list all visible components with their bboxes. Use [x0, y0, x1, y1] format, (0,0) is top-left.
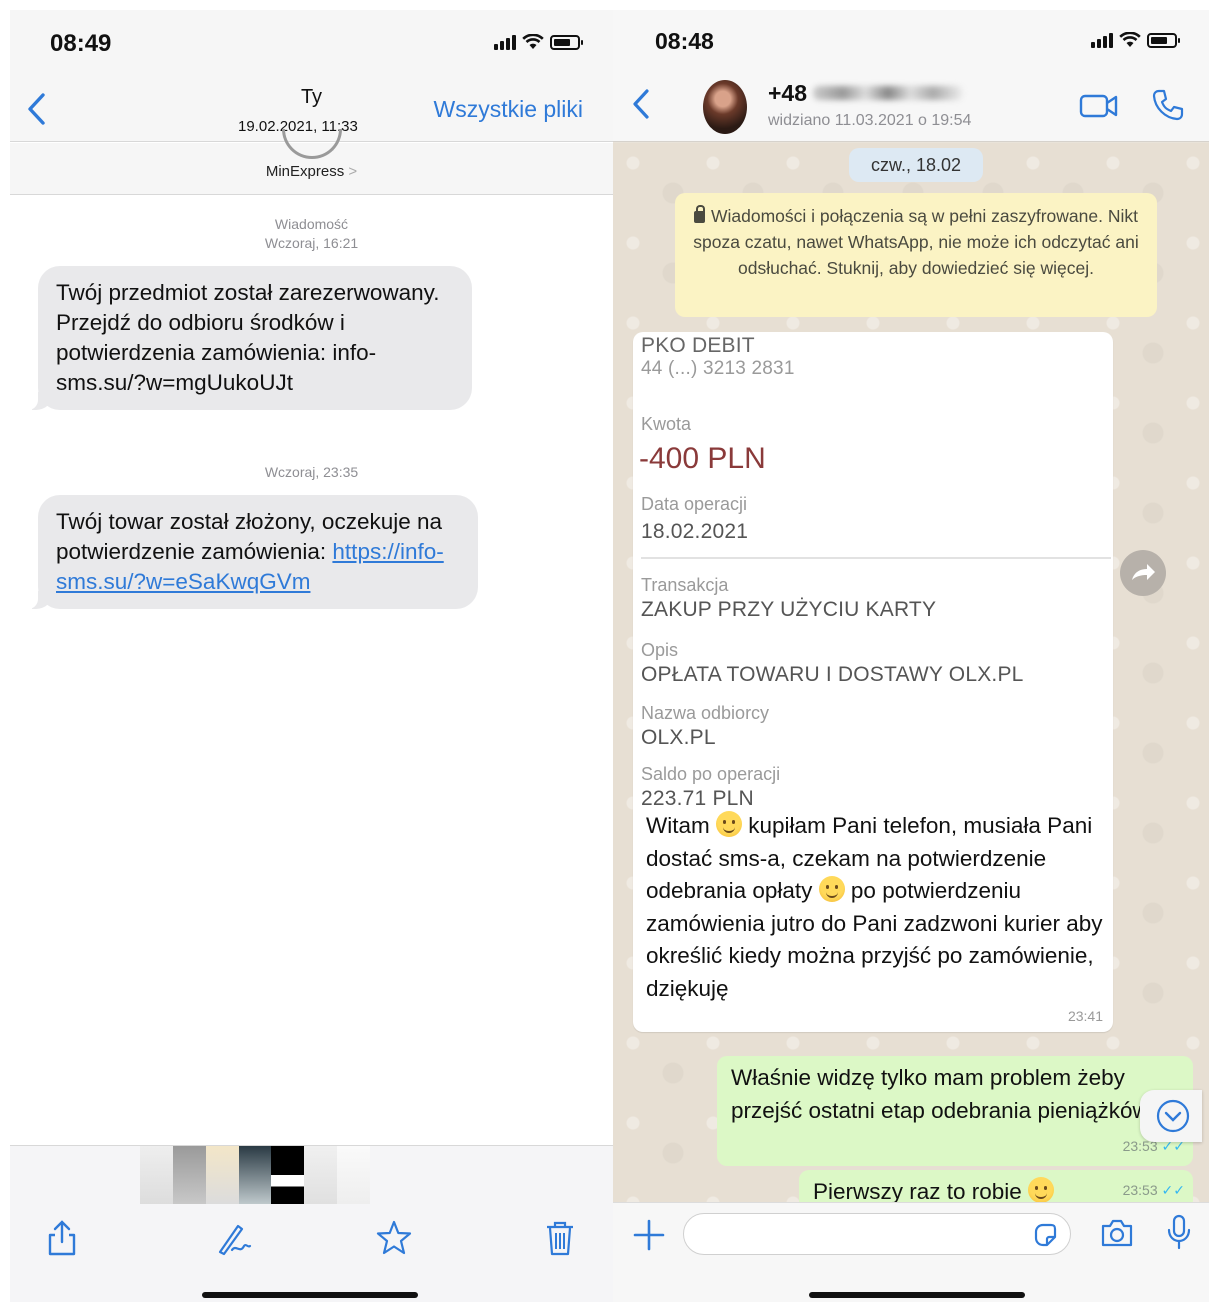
battery-icon — [1147, 33, 1180, 48]
divider — [641, 557, 1111, 559]
bank-account: 44 (...) 3213 2831 — [641, 358, 795, 379]
chevron-right-icon: > — [348, 163, 358, 180]
redacted-number — [813, 86, 963, 100]
star-icon[interactable] — [376, 1218, 412, 1258]
recipient-label: Nazwa odbiorcy — [641, 703, 770, 723]
imessage-screen: 08:49 Ty 19.02.2021, 11:33 Wszystkie pli… — [10, 10, 613, 1302]
wifi-icon — [522, 34, 544, 49]
amount-value: -400 PLN — [639, 442, 766, 475]
signal-icon — [494, 34, 516, 50]
system-icons — [494, 34, 583, 50]
message-time: 23:53 — [1122, 1181, 1158, 1198]
incoming-image-message[interactable]: PKO DEBIT 44 (...) 3213 2831 Kwota -400 … — [633, 332, 1113, 1032]
encryption-notice[interactable]: Wiadomości i połączenia są w pełni zaszy… — [675, 193, 1157, 317]
chat-header: +48 widziano 11.03.2021 o 19:54 — [613, 72, 1209, 142]
incoming-message-text: Witam kupiłam Pani telefon, musiała Pani… — [646, 810, 1108, 1005]
camera-icon[interactable] — [1099, 1217, 1135, 1249]
status-bar: 08:49 — [10, 10, 613, 80]
date-value: 18.02.2021 — [641, 520, 749, 543]
date-separator: czw., 18.02 — [849, 148, 983, 182]
bank-header: PKO DEBIT — [641, 334, 755, 357]
message-input[interactable] — [683, 1213, 1071, 1255]
wifi-icon — [1119, 32, 1141, 47]
forward-arrow-icon — [1132, 564, 1155, 580]
home-indicator[interactable] — [809, 1292, 1025, 1298]
all-files-button[interactable]: Wszystkie pliki — [433, 96, 583, 123]
whatsapp-screen: 08:48 +48 widziano 11.03.2021 o 19:54 cz… — [613, 10, 1209, 1302]
outgoing-message-text: Właśnie widzę tylko mam problem żeby prz… — [731, 1065, 1149, 1123]
status-time: 08:48 — [655, 28, 714, 54]
video-call-icon[interactable] — [1079, 92, 1119, 120]
message-input-bar — [613, 1202, 1209, 1302]
chevron-down-circle-icon — [1156, 1099, 1190, 1133]
battery-icon — [550, 35, 583, 50]
signal-icon — [1091, 32, 1113, 48]
plus-icon[interactable] — [631, 1217, 667, 1253]
timestamp-value: Wczoraj, 16:21 — [264, 235, 359, 251]
lock-icon — [694, 205, 705, 223]
smile-emoji-icon — [1028, 1177, 1055, 1203]
balance-label: Saldo po operacji — [641, 764, 781, 784]
outgoing-message-bubble[interactable]: Właśnie widzę tylko mam problem żeby prz… — [717, 1056, 1193, 1166]
sms-text: Twój przedmiot został zarezerwowany. Prz… — [56, 280, 440, 395]
description-value: OPŁATA TOWARU I DOSTAWY OLX.PL — [641, 663, 1024, 686]
contact-avatar[interactable] — [703, 80, 747, 134]
microphone-icon[interactable] — [1165, 1213, 1193, 1251]
last-seen: widziano 11.03.2021 o 19:54 — [768, 112, 972, 129]
message-fragment: Witam — [646, 813, 710, 838]
message-time: 23:41 — [1067, 1008, 1103, 1024]
balance-value: 223.71 PLN — [641, 787, 754, 810]
date-label: Data operacji — [641, 494, 748, 514]
trash-icon[interactable] — [542, 1218, 578, 1258]
sender-bar[interactable]: MinExpress > — [10, 129, 613, 195]
system-icons — [1091, 32, 1180, 48]
markup-icon[interactable] — [216, 1218, 252, 1258]
status-bar: 08:48 — [613, 10, 1209, 72]
transaction-label: Transakcja — [641, 575, 729, 595]
outgoing-message-text: Pierwszy raz to robie — [813, 1179, 1022, 1204]
incoming-sms-bubble[interactable]: Twój towar został złożony, oczekuje na p… — [28, 495, 478, 609]
description-label: Opis — [641, 640, 679, 660]
status-time: 08:49 — [50, 30, 112, 57]
message-timestamp: Wczoraj, 23:35 — [264, 464, 359, 480]
sticker-icon[interactable] — [1032, 1222, 1058, 1248]
share-icon[interactable] — [44, 1218, 80, 1258]
bottom-toolbar — [10, 1145, 613, 1302]
back-chevron-icon[interactable] — [631, 88, 651, 120]
transaction-value: ZAKUP PRZY UŻYCIU KARTY — [641, 598, 937, 621]
incoming-sms-bubble[interactable]: Twój przedmiot został zarezerwowany. Prz… — [28, 266, 472, 410]
home-indicator[interactable] — [202, 1292, 418, 1298]
sender-name: MinExpress — [265, 163, 345, 180]
voice-call-icon[interactable] — [1151, 88, 1185, 122]
amount-label: Kwota — [641, 414, 692, 434]
forward-button[interactable] — [1120, 550, 1166, 596]
timestamp-title: Wiadomość — [274, 216, 349, 232]
smile-emoji-icon — [716, 811, 743, 837]
recipient-value: OLX.PL — [641, 726, 716, 749]
attachment-thumbnails[interactable] — [140, 1146, 371, 1204]
contact-number[interactable]: +48 — [768, 80, 807, 107]
sender-avatar — [282, 129, 342, 159]
read-ticks-icon: ✓✓ — [1161, 1181, 1185, 1198]
message-timestamp: Wiadomość Wczoraj, 16:21 — [10, 215, 613, 253]
encryption-notice-text: Wiadomości i połączenia są w pełni zaszy… — [693, 206, 1139, 278]
scroll-to-bottom-button[interactable] — [1140, 1090, 1202, 1142]
blush-emoji-icon — [818, 876, 845, 902]
